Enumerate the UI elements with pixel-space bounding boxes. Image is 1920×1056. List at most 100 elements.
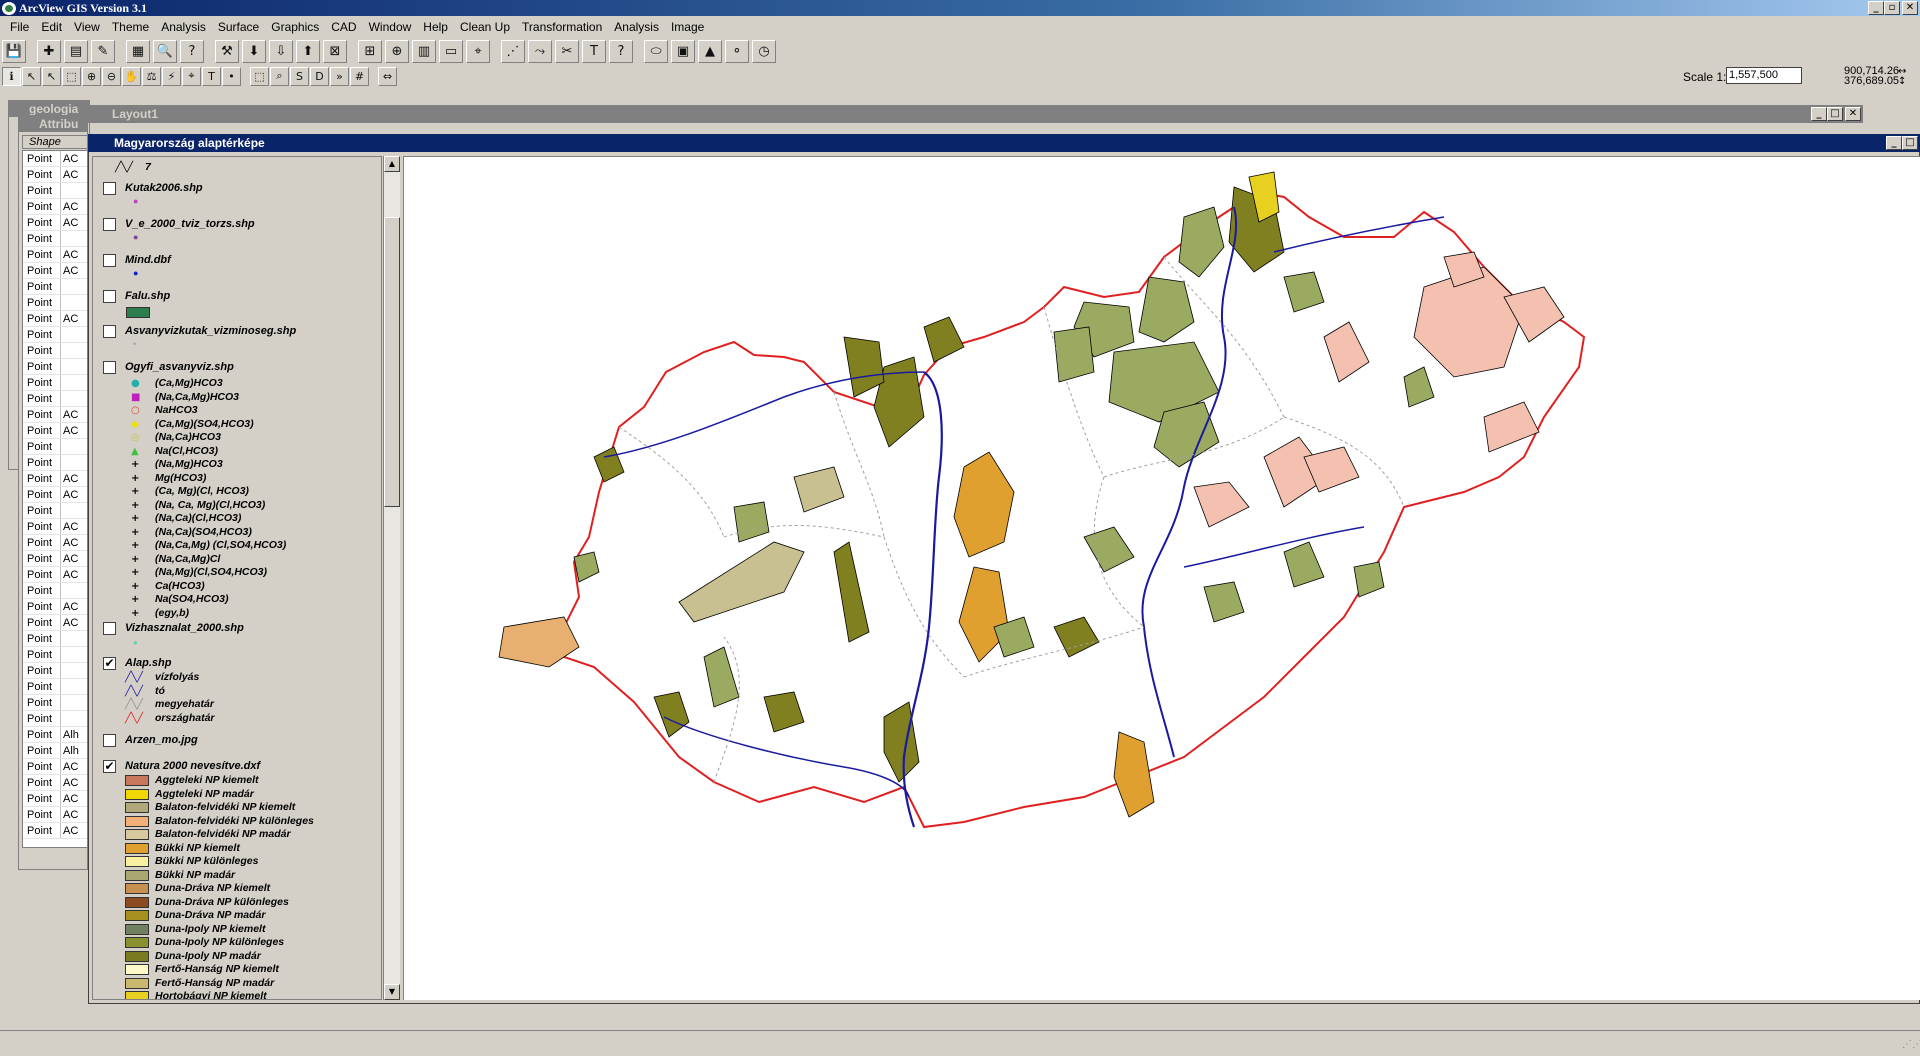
table-row[interactable]: Point Alh (23, 727, 87, 743)
save-icon[interactable]: 💾 (2, 39, 26, 63)
image-icon[interactable]: ✂ (555, 39, 579, 63)
menu-transformation[interactable]: Transformation (516, 20, 608, 34)
layer-visibility-checkbox[interactable]: ✔ (103, 657, 116, 670)
view-title-bar[interactable]: Magyarország alaptérképe _ □ (88, 134, 1920, 152)
layout-maximize-button[interactable]: □ (1827, 107, 1843, 121)
layer-visibility-checkbox[interactable] (103, 361, 116, 374)
table-row[interactable]: Point (23, 695, 87, 711)
table-row[interactable]: Point (23, 455, 87, 471)
toc-scrollbar[interactable]: ▲ ▼ (383, 156, 400, 1000)
scale-input[interactable]: 1,557,500 (1726, 67, 1802, 84)
zoom-active-icon[interactable]: ⊞ (358, 39, 382, 63)
table-row[interactable]: Point AC (23, 791, 87, 807)
menu-edit[interactable]: Edit (35, 20, 68, 34)
layout-window[interactable]: Layout1 _ □ ✕ (88, 105, 1863, 125)
legend-icon[interactable]: ⋰ (501, 39, 525, 63)
table-row[interactable]: Point (23, 663, 87, 679)
layout-title[interactable]: Layout1 (88, 105, 1863, 123)
add-theme-icon[interactable]: ✚ (37, 39, 61, 63)
table-row[interactable]: Point AC (23, 167, 87, 183)
table-row[interactable]: Point AC (23, 519, 87, 535)
select-all-icon[interactable]: ▥ (412, 39, 436, 63)
layer-visibility-checkbox[interactable]: ✔ (103, 760, 116, 773)
table-row[interactable]: Point (23, 391, 87, 407)
table-row[interactable]: Point AC (23, 823, 87, 839)
pointer-icon[interactable]: ↖ (22, 66, 41, 86)
table-row[interactable]: Point AC (23, 567, 87, 583)
layer-vizhasznalat-2000-shp[interactable]: Vizhasznalat_2000.shp (93, 622, 381, 638)
table-row[interactable]: Point (23, 279, 87, 295)
theme-properties-icon[interactable]: ▤ (64, 39, 88, 63)
area-icon[interactable]: ⬚ (250, 66, 269, 86)
grid-tool-icon[interactable]: # (350, 66, 369, 86)
view-icon[interactable]: ▲ (698, 39, 722, 63)
scroll-up-button[interactable]: ▲ (384, 156, 400, 172)
menu-analysis[interactable]: Analysis (608, 20, 665, 34)
table-of-contents[interactable]: ╱╲╱ 7 Kutak2006.shp ● V_e_2000_tviz_torzs.sh… (92, 156, 382, 1000)
table-row[interactable]: Point (23, 679, 87, 695)
restore-button[interactable]: ▫ (1884, 1, 1900, 15)
table-row[interactable]: Point (23, 375, 87, 391)
label-icon[interactable]: ⌖ (182, 66, 201, 86)
table-row[interactable]: Point (23, 343, 87, 359)
table-row[interactable]: Point (23, 503, 87, 519)
table-row[interactable]: Point AC (23, 199, 87, 215)
attributes-title[interactable]: Attribu (19, 116, 87, 132)
menu-file[interactable]: File (4, 20, 35, 34)
menu-image[interactable]: Image (665, 20, 710, 34)
table-row[interactable]: Point Alh (23, 743, 87, 759)
clear-selection-icon[interactable]: ▭ (439, 39, 463, 63)
open-table-icon[interactable]: ▦ (126, 39, 150, 63)
table-row[interactable]: Point AC (23, 807, 87, 823)
cad-icon[interactable]: T (582, 39, 606, 63)
table-row[interactable]: Point AC (23, 151, 87, 167)
resize-grip-icon[interactable]: ⋰⋰ (1902, 1039, 1920, 1053)
view-maximize-button[interactable]: □ (1902, 136, 1918, 150)
table-row[interactable]: Point AC (23, 535, 87, 551)
table-row[interactable]: Point AC (23, 407, 87, 423)
zoom-out-icon[interactable]: ⊖ (102, 66, 121, 86)
layer-falu-shp[interactable]: Falu.shp (93, 290, 381, 306)
close-button[interactable]: ✕ (1902, 1, 1918, 15)
layer-arzen-mo-jpg[interactable]: Arzen_mo.jpg (93, 734, 381, 750)
table-row[interactable]: Point AC (23, 775, 87, 791)
scroll-down-button[interactable]: ▼ (384, 984, 400, 1000)
table-row[interactable]: Point AC (23, 487, 87, 503)
layer-asvanyvizkutak-vizminoseg-shp[interactable]: Asvanyvizkutak_vizminoseg.shp (93, 325, 381, 341)
find-icon[interactable]: 🔍 (153, 39, 177, 63)
menu-theme[interactable]: Theme (106, 20, 155, 34)
zoom-full-icon[interactable]: ⊠ (323, 39, 347, 63)
menu-help[interactable]: Help (417, 20, 454, 34)
help-arrow-icon[interactable]: ▣ (671, 39, 695, 63)
table-row[interactable]: Point AC (23, 263, 87, 279)
table-row[interactable]: Point (23, 647, 87, 663)
zoom-selected-icon[interactable]: ⊕ (385, 39, 409, 63)
transform-icon[interactable]: ? (609, 39, 633, 63)
table-row[interactable]: Point (23, 183, 87, 199)
table-row[interactable]: Point (23, 439, 87, 455)
layout-icon[interactable]: ⬆ (296, 39, 320, 63)
table2-icon[interactable]: ⚬ (725, 39, 749, 63)
layer-visibility-checkbox[interactable] (103, 325, 116, 338)
menu-analysis[interactable]: Analysis (155, 20, 212, 34)
minimize-button[interactable]: _ (1868, 1, 1884, 15)
menu-view[interactable]: View (68, 20, 106, 34)
hungary-map[interactable] (404, 157, 1920, 1000)
next-icon[interactable]: » (330, 66, 349, 86)
hotlink-icon[interactable]: ⚡ (162, 66, 181, 86)
globe-icon[interactable]: ⬭ (644, 39, 668, 63)
attributes-table-header[interactable]: Shape (22, 135, 88, 149)
edit-legend-icon[interactable]: ✎ (91, 39, 115, 63)
table-row[interactable]: Point (23, 583, 87, 599)
layout-minimize-button[interactable]: _ (1811, 107, 1827, 121)
script-icon[interactable]: ◷ (752, 39, 776, 63)
draw-icon[interactable]: • (222, 66, 241, 86)
text-icon[interactable]: T (202, 66, 221, 86)
menu-clean-up[interactable]: Clean Up (454, 20, 516, 34)
menu-window[interactable]: Window (363, 20, 418, 34)
layer-visibility-checkbox[interactable] (103, 182, 116, 195)
chart-icon[interactable]: ⇩ (269, 39, 293, 63)
view-minimize-button[interactable]: _ (1886, 136, 1902, 150)
layout-close-button[interactable]: ✕ (1845, 107, 1861, 121)
split-icon[interactable]: ⇔ (378, 66, 397, 86)
